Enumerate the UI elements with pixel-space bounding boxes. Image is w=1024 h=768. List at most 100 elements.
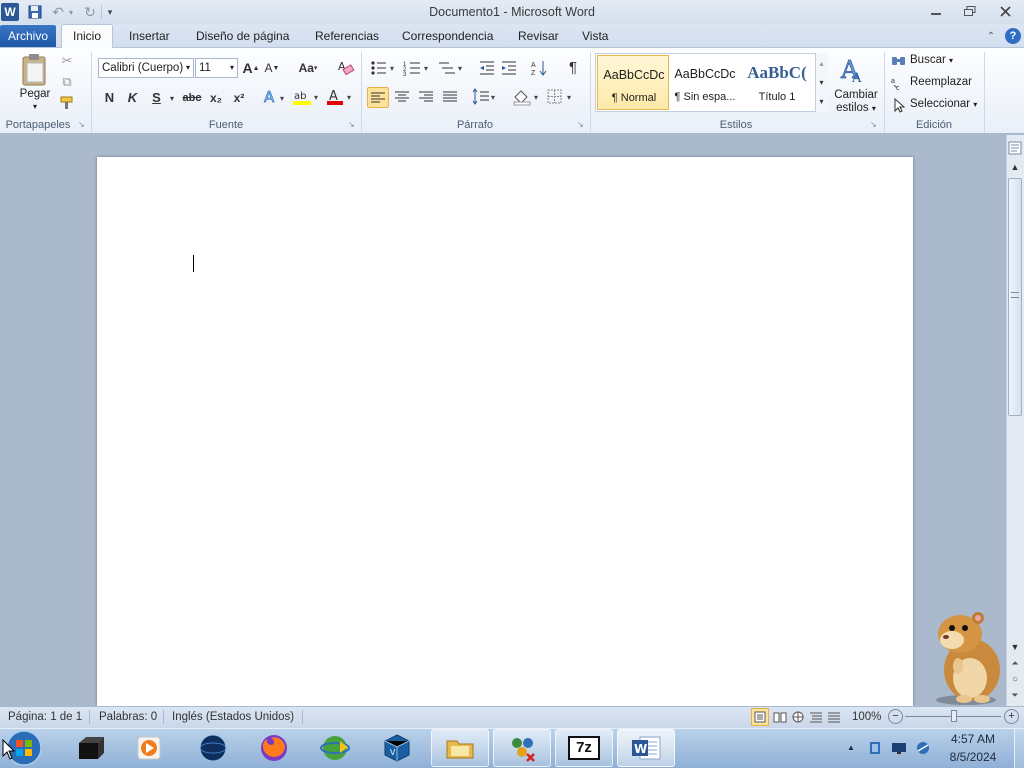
find-button[interactable]: Buscar ▾ (910, 54, 953, 66)
taskbar-clock[interactable]: 4:57 AM 8/5/2024 (940, 730, 1006, 766)
zoom-out-icon[interactable]: − (888, 709, 903, 724)
subscript-button[interactable]: x₂ (206, 89, 226, 106)
tab-home[interactable]: Inicio (61, 24, 113, 49)
taskbar-firefox-icon[interactable] (245, 729, 303, 767)
tab-references[interactable]: Referencias (303, 24, 391, 48)
scroll-up-icon[interactable]: ▲ (1007, 160, 1023, 174)
text-effects-icon[interactable]: A ▾ (263, 88, 289, 106)
browse-object-icon[interactable]: ○ (1007, 672, 1023, 686)
styles-scroll-up-icon[interactable]: ▴ (815, 54, 828, 72)
font-size-select[interactable]: 11 ▾ (195, 58, 238, 78)
select-button[interactable]: Seleccionar ▾ (910, 98, 977, 110)
multilevel-list-icon[interactable]: ▾ (437, 59, 467, 77)
tab-file[interactable]: Archivo (0, 25, 56, 47)
next-page-icon[interactable]: ⏷ (1007, 688, 1023, 702)
numbering-icon[interactable]: 1 2 3 ▾ (403, 59, 433, 77)
change-case-button[interactable]: Aa ▾ (296, 60, 320, 76)
taskbar-media-player-icon[interactable] (120, 729, 178, 767)
borders-icon[interactable]: ▾ (546, 88, 576, 106)
paragraph-launcher-icon[interactable]: ↘ (577, 120, 586, 129)
outline-view-icon[interactable] (808, 709, 824, 725)
underline-dropdown-icon[interactable]: ▾ (167, 91, 177, 105)
find-icon[interactable] (891, 53, 907, 69)
styles-launcher-icon[interactable]: ↘ (870, 120, 879, 129)
font-launcher-icon[interactable]: ↘ (348, 120, 357, 129)
clipboard-launcher-icon[interactable]: ↘ (78, 120, 87, 129)
grow-font-button[interactable]: A ▲ (242, 60, 259, 76)
hamster-assistant[interactable] (922, 604, 1006, 706)
copy-icon[interactable]: ⧉ (58, 74, 76, 90)
shading-icon[interactable]: ▾ (512, 88, 542, 106)
scroll-down-icon[interactable]: ▼ (1007, 640, 1023, 654)
superscript-button[interactable]: x² (229, 89, 249, 106)
highlight-color-icon[interactable]: ab ▾ (292, 88, 320, 106)
close-icon[interactable] (988, 0, 1022, 22)
replace-icon[interactable]: ac (891, 75, 907, 91)
align-right-button[interactable] (417, 88, 435, 106)
paste-button[interactable]: Pegar (14, 88, 56, 100)
font-color-icon[interactable]: A ▾ (326, 88, 354, 106)
previous-page-icon[interactable]: ⏶ (1007, 656, 1023, 670)
taskbar-word-icon[interactable]: W (617, 729, 675, 767)
minimize-icon[interactable] (919, 0, 953, 22)
tray-app-icon[interactable] (866, 739, 884, 757)
font-family-select[interactable]: Calibri (Cuerpo) ▾ (98, 58, 194, 78)
ruler-toggle-icon[interactable] (1007, 140, 1023, 156)
print-layout-view-icon[interactable] (751, 708, 769, 726)
draft-view-icon[interactable] (826, 709, 842, 725)
change-styles-icon[interactable]: AA (840, 54, 870, 84)
replace-button[interactable]: Reemplazar (910, 76, 972, 88)
cut-icon[interactable]: ✂ (58, 53, 76, 69)
style-heading-1[interactable]: AaBbC( Título 1 (741, 55, 813, 110)
clear-formatting-icon[interactable]: A (337, 58, 355, 76)
increase-indent-icon[interactable] (500, 59, 518, 77)
zoom-level[interactable]: 100% (852, 706, 881, 728)
show-desktop-button[interactable] (1014, 729, 1024, 768)
document-page[interactable] (97, 157, 913, 706)
strikethrough-button[interactable]: abc (181, 89, 203, 106)
decrease-indent-icon[interactable] (478, 59, 496, 77)
select-icon[interactable] (891, 97, 907, 113)
web-layout-icon[interactable] (790, 709, 806, 725)
tab-view[interactable]: Vista (570, 24, 620, 48)
tray-monitor-icon[interactable] (890, 739, 908, 757)
line-spacing-icon[interactable]: ▾ (472, 88, 498, 106)
language-indicator[interactable]: Inglés (Estados Unidos) (172, 706, 294, 728)
help-icon[interactable]: ? (1005, 28, 1021, 44)
bullets-icon[interactable]: ▾ (369, 59, 399, 77)
tray-network-icon[interactable] (914, 739, 932, 757)
restore-icon[interactable] (953, 0, 987, 22)
sort-icon[interactable]: AZ (530, 59, 550, 77)
tab-insert[interactable]: Insertar (117, 24, 182, 48)
align-left-button[interactable] (367, 87, 389, 108)
italic-button[interactable]: K (124, 89, 141, 106)
taskbar-terminal-icon[interactable] (62, 729, 120, 767)
paste-dropdown-icon[interactable]: ▾ (30, 102, 40, 111)
zoom-slider-thumb[interactable] (951, 710, 957, 722)
taskbar-globe-icon[interactable] (184, 729, 242, 767)
underline-button[interactable]: S (148, 89, 165, 106)
bold-button[interactable]: N (101, 89, 118, 106)
style-normal[interactable]: AaBbCcDc ¶ Normal (597, 55, 669, 110)
style-no-spacing[interactable]: AaBbCcDc ¶ Sin espa... (669, 55, 741, 110)
show-hidden-icons-icon[interactable]: ▲ (845, 740, 857, 754)
align-center-button[interactable] (393, 88, 411, 106)
full-screen-reading-icon[interactable] (772, 709, 788, 725)
paste-icon[interactable] (19, 53, 51, 87)
styles-scroll-down-icon[interactable]: ▾ (815, 73, 828, 91)
taskbar-explorer-icon[interactable] (431, 729, 489, 767)
taskbar-virtualbox-icon[interactable]: V (368, 729, 426, 767)
page-count[interactable]: Página: 1 de 1 (8, 706, 82, 728)
word-count[interactable]: Palabras: 0 (99, 706, 157, 728)
taskbar-download-manager-icon[interactable] (307, 729, 365, 767)
taskbar-network-icon[interactable] (493, 729, 551, 767)
tab-mailings[interactable]: Correspondencia (390, 24, 505, 48)
zoom-in-icon[interactable]: + (1004, 709, 1019, 724)
font-size-dropdown-icon[interactable]: ▾ (230, 59, 234, 77)
taskbar-7zip-icon[interactable]: 7z (555, 729, 613, 767)
justify-button[interactable] (441, 88, 459, 106)
shrink-font-button[interactable]: A ▼ (264, 60, 280, 76)
minimize-ribbon-icon[interactable]: ⌃ (984, 28, 998, 44)
change-styles-button[interactable]: Cambiar estilos ▾ (830, 89, 882, 115)
show-formatting-button[interactable]: ¶ (564, 58, 582, 76)
